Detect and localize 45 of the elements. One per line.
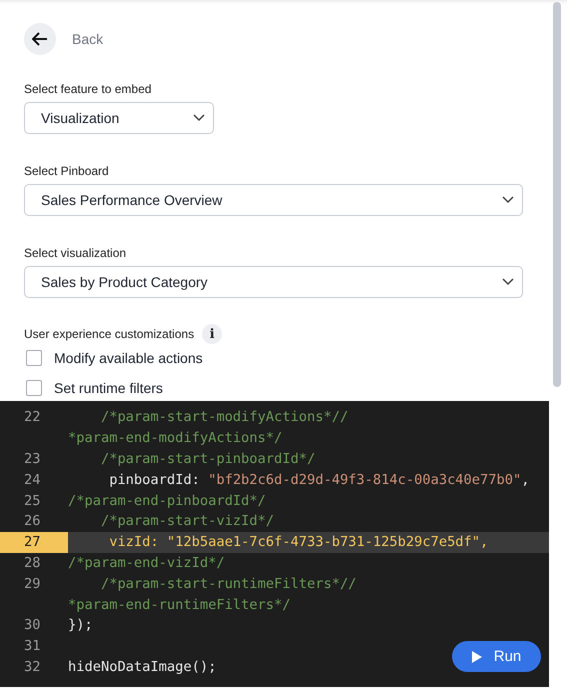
checkbox-label: Modify available actions — [54, 350, 203, 366]
chevron-down-icon — [502, 196, 514, 204]
dropdown[interactable]: Sales by Product Category — [24, 266, 523, 298]
run-button[interactable]: Run — [452, 641, 541, 672]
code-line: vizId: "12b5aae1-7c6f-4733-b731-125b29c7e5df", — [108, 534, 488, 550]
checkbox[interactable] — [26, 350, 42, 366]
code-line: hideNoDataImage(); — [68, 658, 216, 675]
code-line: /*param-start-vizId*/ — [100, 513, 274, 530]
code-line: pinboardId: "bf2b2c6d-d29d-49f3-814c-00a3c40e77b0", — [108, 472, 530, 488]
field-label: Select Pinboard — [24, 164, 110, 178]
code-line: /*param-start-pinboardId*/ — [100, 450, 316, 467]
line-number: 28 — [23, 554, 42, 573]
back-link[interactable]: Back — [72, 31, 104, 47]
code-line: *param-end-modifyActions*/ — [68, 430, 282, 446]
info-icon[interactable]: i — [202, 324, 222, 344]
code-editor[interactable] — [0, 401, 549, 687]
scrollbar-thumb[interactable] — [553, 2, 561, 387]
line-number: 24 — [23, 470, 42, 490]
dropdown[interactable]: Sales Performance Overview — [24, 184, 523, 216]
code-line: /*param-start-modifyActions*// — [100, 409, 348, 426]
chevron-down-icon — [193, 114, 205, 122]
code-line: /*param-start-runtimeFilters*// — [100, 576, 356, 592]
line-number: 32 — [23, 658, 42, 677]
line-number: 29 — [23, 574, 42, 594]
field-label: Select visualization — [24, 246, 128, 260]
line-number: 23 — [23, 450, 42, 469]
checkbox-label: Set runtime filters — [54, 380, 163, 396]
code-line: *param-end-runtimeFilters*/ — [68, 596, 290, 613]
code-line: /*param-end-pinboardId*/ — [68, 492, 266, 509]
line-number: 26 — [23, 512, 42, 532]
chevron-down-icon — [502, 278, 514, 286]
code-line: /*param-end-vizId*/ — [68, 554, 225, 571]
line-number: 30 — [23, 616, 42, 636]
line-number: 31 — [23, 637, 42, 656]
line-number: 25 — [23, 492, 42, 511]
checkbox[interactable] — [26, 380, 42, 396]
back-arrow-icon — [32, 32, 48, 46]
back-button[interactable] — [24, 23, 56, 55]
code-line: }); — [68, 617, 93, 634]
play-icon — [472, 650, 482, 662]
dropdown[interactable]: Visualization — [24, 102, 214, 134]
field-label: Select feature to embed — [24, 82, 152, 96]
section-label: User experience customizations — [24, 327, 194, 341]
line-number: 22 — [23, 408, 42, 428]
line-number: 27 — [0, 532, 68, 553]
